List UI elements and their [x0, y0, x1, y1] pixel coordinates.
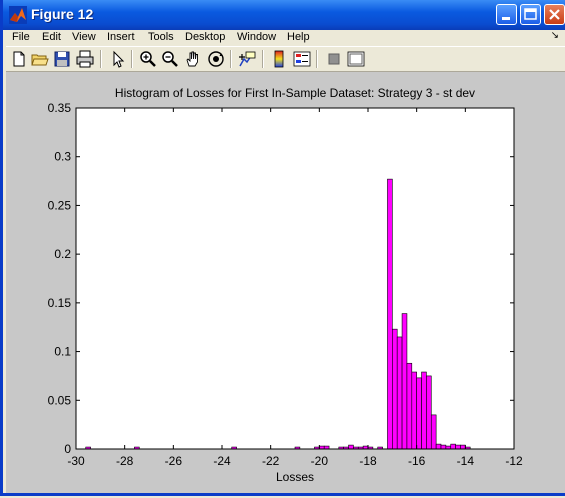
histogram-bar	[430, 414, 437, 450]
dock-arrow-icon[interactable]: ↘	[551, 30, 559, 41]
open-folder-icon[interactable]	[31, 50, 49, 68]
matlab-logo-icon	[9, 6, 27, 24]
show-plot-tools-icon[interactable]	[347, 50, 365, 68]
minimize-icon	[502, 17, 510, 20]
x-tick-label: -16	[408, 454, 426, 468]
histogram-bar	[416, 377, 422, 450]
close-button[interactable]	[544, 4, 565, 25]
figure-window: Figure 12 File Edit View Insert Tools De…	[0, 0, 565, 496]
x-tick-label: -28	[116, 454, 134, 468]
y-tick-label: 0.3	[54, 150, 71, 164]
data-cursor-icon[interactable]	[238, 50, 256, 68]
toolbar-separator	[316, 50, 318, 68]
menu-view[interactable]: View	[72, 30, 96, 46]
histogram-bar	[435, 443, 442, 450]
y-tick-label: 0	[64, 442, 71, 456]
histogram-bar	[411, 371, 417, 450]
print-icon[interactable]	[76, 50, 94, 68]
histogram-bar	[401, 313, 408, 450]
figure-canvas: -30 -28 -26 -24 -22 -20 -18 -16 -14 -12 0 0.05 0.1 0…	[6, 72, 565, 493]
axes-background	[76, 108, 514, 449]
legend-icon[interactable]	[293, 50, 311, 68]
colorbar-icon[interactable]	[270, 50, 288, 68]
x-tick-label: -26	[165, 454, 183, 468]
menu-desktop[interactable]: Desktop	[185, 30, 225, 46]
menu-edit[interactable]: Edit	[42, 30, 61, 46]
pointer-icon[interactable]	[109, 50, 127, 68]
close-icon	[549, 9, 560, 20]
menu-file[interactable]: File	[12, 30, 30, 46]
x-tick-label: -14	[457, 454, 475, 468]
x-tick-label: -20	[311, 454, 329, 468]
pan-hand-icon[interactable]	[184, 50, 202, 68]
menu-bar: File Edit View Insert Tools Desktop Wind…	[6, 30, 565, 46]
toolbar-separator	[131, 50, 133, 68]
x-tick-label: -12	[505, 454, 523, 468]
histogram-chart: -30 -28 -26 -24 -22 -20 -18 -16 -14 -12 0 0.05 0.1 0…	[48, 86, 523, 484]
histogram-bar	[387, 178, 393, 450]
y-tick-label: 0.05	[48, 393, 72, 407]
chart-title: Histogram of Losses for First In-Sample …	[115, 86, 475, 100]
y-tick-label: 0.2	[54, 247, 71, 261]
zoom-in-icon[interactable]	[139, 50, 157, 68]
histogram-bar	[440, 444, 447, 450]
menu-tools[interactable]: Tools	[148, 30, 174, 46]
zoom-out-icon[interactable]	[161, 50, 179, 68]
menu-insert[interactable]: Insert	[107, 30, 135, 46]
histogram-bar	[348, 444, 354, 450]
hide-plot-tools-icon[interactable]	[325, 50, 343, 68]
y-tick-label: 0.1	[54, 345, 71, 359]
histogram-bar	[392, 328, 398, 450]
histogram-bar	[396, 336, 403, 450]
y-tick-label: 0.15	[48, 296, 72, 310]
histogram-bar	[450, 443, 456, 450]
menu-window[interactable]: Window	[237, 30, 276, 46]
x-axis-label: Losses	[276, 470, 314, 484]
x-tick-label: -18	[359, 454, 377, 468]
x-tick-label: -22	[262, 454, 280, 468]
toolbar-separator	[230, 50, 232, 68]
maximize-icon	[524, 8, 537, 20]
title-bar[interactable]: Figure 12	[3, 0, 565, 30]
histogram-bar	[455, 444, 461, 450]
y-tick-label: 0.25	[48, 198, 72, 212]
histogram-bar	[421, 371, 427, 450]
window-title: Figure 12	[31, 6, 94, 22]
menu-help[interactable]: Help	[287, 30, 310, 46]
x-tick-label: -30	[67, 454, 85, 468]
toolbar-separator	[100, 50, 102, 68]
x-tick-label: -24	[213, 454, 231, 468]
new-file-icon[interactable]	[10, 50, 28, 68]
toolbar-separator	[262, 50, 264, 68]
rotate-3d-icon[interactable]	[207, 50, 225, 68]
minimize-button[interactable]	[496, 4, 517, 25]
maximize-button[interactable]	[520, 4, 541, 25]
histogram-bar	[426, 375, 432, 450]
y-tick-label: 0.35	[48, 101, 72, 115]
histogram-bar	[406, 362, 413, 450]
toolbar	[6, 46, 565, 72]
save-icon[interactable]	[53, 50, 71, 68]
histogram-bar	[460, 444, 466, 450]
